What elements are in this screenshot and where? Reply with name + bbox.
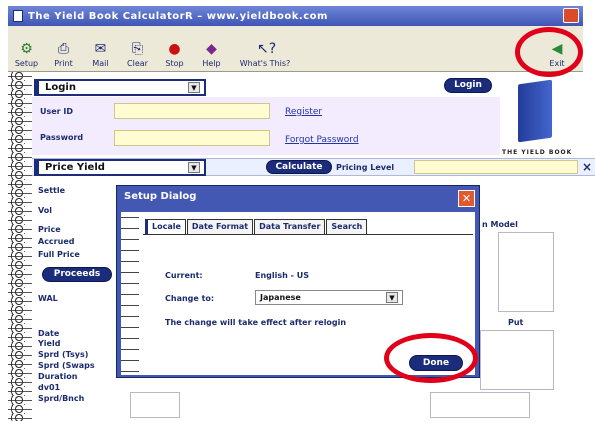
result-cell[interactable] bbox=[130, 392, 180, 418]
vol-label: Vol bbox=[38, 206, 52, 215]
window-close-button[interactable] bbox=[563, 8, 579, 23]
login-tab[interactable]: Login ▼ bbox=[34, 79, 206, 96]
pricing-level-label: Pricing Level bbox=[336, 163, 395, 172]
settle-label: Settle bbox=[38, 186, 66, 195]
window-title-bar: The Yield Book CalculatorR – www.yieldbo… bbox=[8, 6, 583, 26]
model-label: n Model bbox=[482, 220, 518, 229]
forgot-password-link[interactable]: Forgot Password bbox=[285, 135, 359, 145]
tab-date-format[interactable]: Date Format bbox=[186, 219, 254, 234]
book-logo-icon bbox=[518, 79, 552, 143]
pricing-level-input[interactable] bbox=[414, 160, 578, 174]
spiral-binding bbox=[8, 72, 32, 421]
current-label: Current: bbox=[165, 271, 203, 280]
tab-locale[interactable]: Locale bbox=[145, 219, 186, 234]
chevron-down-icon: ▼ bbox=[188, 162, 200, 173]
logo-text: THE YIELD BOOK bbox=[502, 149, 573, 156]
help-label: Help bbox=[202, 59, 221, 68]
language-select-value: Japanese bbox=[260, 293, 301, 302]
whats-this-label: What's This? bbox=[239, 59, 291, 68]
tab-search[interactable]: Search bbox=[326, 219, 368, 234]
relogin-note: The change will take effect after relogi… bbox=[165, 318, 347, 327]
whats-this-button[interactable]: ↖? What's This? bbox=[230, 41, 300, 71]
dialog-title: Setup Dialog bbox=[124, 191, 197, 202]
sprd-swaps-label: Sprd (Swaps bbox=[38, 361, 95, 370]
yield-book-logo: THE YIELD BOOK bbox=[500, 78, 595, 158]
login-panel: User ID Register Password Forgot Passwor… bbox=[32, 97, 500, 155]
stop-button[interactable]: ● Stop bbox=[156, 41, 193, 71]
price-yield-tab-label: Price Yield bbox=[45, 162, 105, 173]
clear-button[interactable]: ⎘ Clear bbox=[119, 41, 156, 71]
put-label: Put bbox=[508, 318, 524, 327]
register-link[interactable]: Register bbox=[285, 107, 322, 117]
highlight-circle-exit bbox=[515, 27, 583, 77]
close-icon: ✕ bbox=[461, 192, 472, 205]
price-label: Price bbox=[38, 225, 61, 234]
result-cell[interactable] bbox=[430, 392, 530, 418]
calculate-button[interactable]: Calculate bbox=[266, 160, 332, 174]
mail-label: Mail bbox=[92, 59, 109, 68]
sprd-bench-label: Sprd/Bnch bbox=[38, 394, 85, 403]
close-icon[interactable]: × bbox=[582, 160, 592, 174]
yield-label: Yield bbox=[38, 339, 61, 348]
sprd-tsys-label: Sprd (Tsys) bbox=[38, 350, 89, 359]
accrued-label: Accrued bbox=[38, 237, 75, 246]
stop-icon: ● bbox=[168, 41, 181, 57]
print-label: Print bbox=[54, 59, 73, 68]
user-id-label: User ID bbox=[40, 107, 74, 116]
proceeds-button[interactable]: Proceeds bbox=[42, 267, 112, 282]
stop-label: Stop bbox=[165, 59, 184, 68]
password-input[interactable] bbox=[114, 130, 270, 146]
highlight-circle-done bbox=[384, 333, 478, 383]
setup-label: Setup bbox=[14, 59, 39, 68]
help-icon: ◆ bbox=[206, 41, 217, 57]
mail-button[interactable]: ✉ Mail bbox=[82, 41, 119, 71]
price-yield-tab[interactable]: Price Yield ▼ bbox=[34, 159, 206, 176]
chevron-down-icon: ▼ bbox=[386, 292, 398, 303]
print-button[interactable]: ⎙ Print bbox=[45, 41, 82, 71]
language-select[interactable]: Japanese ▼ bbox=[255, 290, 403, 305]
setup-icon: ⚙ bbox=[20, 41, 33, 57]
login-tab-label: Login bbox=[45, 82, 76, 93]
help-button[interactable]: ◆ Help bbox=[193, 41, 230, 71]
put-cell[interactable] bbox=[480, 330, 554, 390]
app-icon bbox=[13, 10, 23, 22]
dv01-label: dv01 bbox=[38, 383, 61, 392]
wal-label: WAL bbox=[38, 294, 58, 303]
clear-icon: ⎘ bbox=[131, 41, 144, 57]
password-label: Password bbox=[40, 133, 84, 142]
user-id-input[interactable] bbox=[114, 103, 270, 119]
mail-icon: ✉ bbox=[94, 41, 107, 57]
window-title: The Yield Book CalculatorR – www.yieldbo… bbox=[28, 10, 328, 22]
clear-label: Clear bbox=[127, 59, 148, 68]
duration-label: Duration bbox=[38, 372, 78, 381]
date-label: Date bbox=[38, 329, 60, 338]
change-to-label: Change to: bbox=[165, 294, 215, 303]
current-value: English - US bbox=[255, 271, 309, 280]
full-price-label: Full Price bbox=[38, 250, 80, 259]
whats-this-icon: ↖? bbox=[257, 41, 277, 57]
toolbar: ⚙ Setup ⎙ Print ✉ Mail ⎘ Clear ● Stop ◆ … bbox=[8, 26, 583, 72]
printer-icon: ⎙ bbox=[57, 41, 70, 57]
dialog-tabs: Locale Date Format Data Transfer Search bbox=[145, 219, 368, 234]
login-button[interactable]: Login bbox=[444, 78, 492, 93]
dialog-spiral-binding bbox=[121, 212, 139, 375]
tab-data-transfer[interactable]: Data Transfer bbox=[254, 219, 326, 234]
dialog-close-button[interactable]: ✕ bbox=[458, 190, 475, 207]
setup-button[interactable]: ⚙ Setup bbox=[8, 41, 45, 71]
model-cell[interactable] bbox=[498, 232, 554, 312]
chevron-down-icon: ▼ bbox=[188, 82, 200, 93]
